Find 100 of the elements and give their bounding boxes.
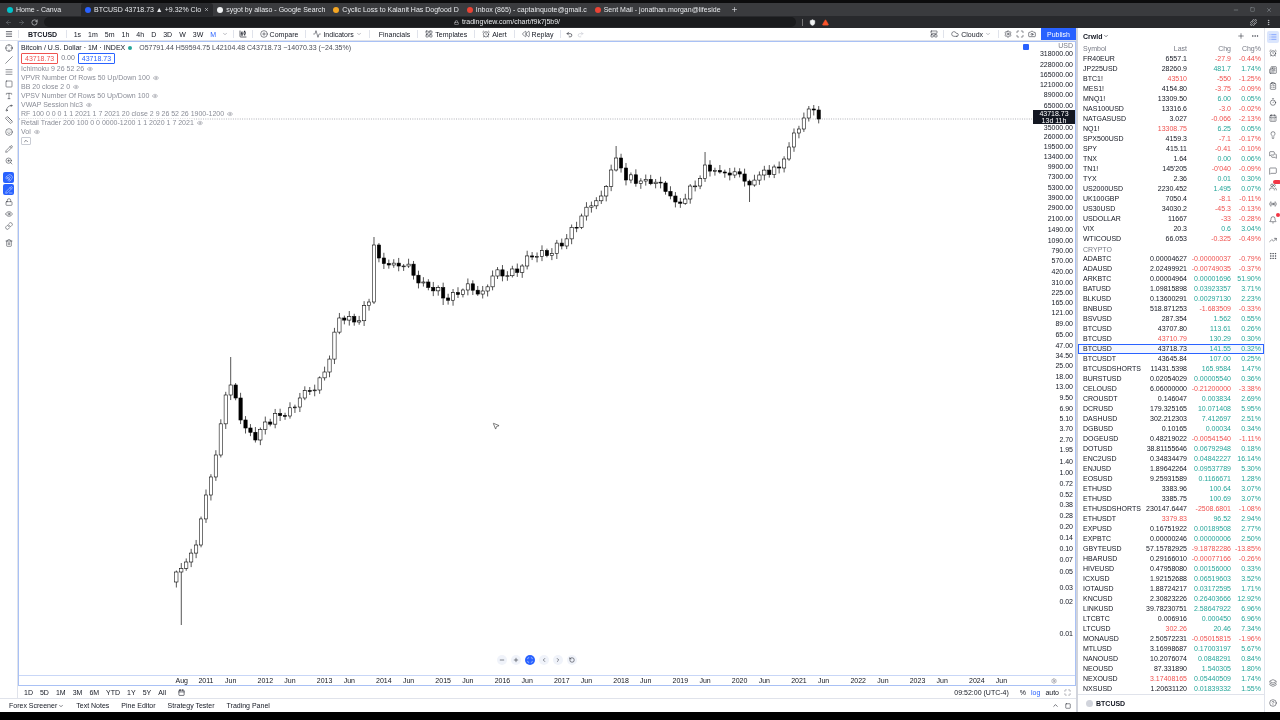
candlestick-icon[interactable]	[238, 30, 247, 38]
reset-view-button[interactable]	[525, 655, 536, 665]
drawing-tool-button[interactable]	[3, 90, 14, 101]
rewind-icon	[521, 30, 530, 38]
curve-icon	[4, 103, 13, 112]
clipboard-icon	[1268, 81, 1277, 90]
favicon-icon	[333, 6, 340, 13]
eye-icon[interactable]	[196, 119, 203, 126]
favicon-icon	[466, 6, 473, 13]
chevron-up-icon[interactable]	[1052, 702, 1059, 709]
collapse-button[interactable]	[21, 137, 31, 145]
maximize-icon[interactable]	[1065, 702, 1071, 709]
eye-icon[interactable]	[85, 101, 92, 108]
newspaper-icon	[1268, 65, 1277, 74]
drawing-tool-button[interactable]	[3, 220, 14, 231]
eye-icon[interactable]	[152, 74, 159, 81]
settings-icon[interactable]	[1004, 30, 1013, 38]
drawing-tool-button[interactable]	[3, 114, 14, 125]
layers-icon	[1268, 679, 1277, 687]
fullscreen-icon[interactable]	[1016, 30, 1025, 38]
back-icon[interactable]	[5, 18, 12, 26]
line-icon	[4, 55, 13, 64]
chevron-left-icon	[541, 657, 548, 663]
sidebar-button[interactable]	[1266, 213, 1279, 226]
minus-icon	[499, 657, 506, 663]
cursor-icon	[491, 422, 500, 430]
drawing-tool-button[interactable]	[3, 102, 14, 113]
sidebar-button[interactable]	[1266, 697, 1279, 709]
drawing-tool-button[interactable]	[3, 78, 14, 89]
drawing-tool-button[interactable]	[3, 208, 14, 219]
zoom-in-button[interactable]	[511, 655, 522, 665]
eye-icon[interactable]	[33, 128, 40, 135]
sidebar-button[interactable]	[1266, 47, 1279, 60]
chat-bubbles-icon	[1268, 150, 1277, 159]
notification-badge-icon	[1272, 180, 1280, 185]
shield-icon[interactable]	[809, 18, 816, 26]
new-tab-icon[interactable]	[730, 6, 738, 13]
menu-icon[interactable]	[5, 30, 13, 38]
sidebar-button[interactable]	[1266, 677, 1279, 689]
rotate-icon	[569, 657, 576, 663]
favicon-icon	[217, 6, 224, 13]
rectangle-icon	[4, 79, 13, 88]
layout-icon[interactable]	[930, 30, 939, 38]
caret-icon	[58, 702, 65, 709]
sidebar-button[interactable]	[1266, 148, 1279, 161]
drawing-tool-button[interactable]	[3, 54, 14, 65]
eye-icon[interactable]	[152, 92, 159, 99]
text-icon	[4, 91, 13, 100]
settings-icon[interactable]	[1051, 677, 1057, 684]
caret-icon[interactable]	[221, 31, 228, 37]
sidebar-button[interactable]	[1266, 181, 1279, 194]
smile-icon	[4, 127, 13, 136]
add-icon[interactable]	[1237, 32, 1245, 40]
plus-circle-icon	[259, 30, 268, 38]
eye-icon[interactable]	[87, 65, 94, 72]
extensions-icon[interactable]	[1250, 18, 1257, 26]
reset-button[interactable]	[567, 655, 578, 665]
square-icon[interactable]	[1023, 44, 1029, 50]
fullscreen-icon[interactable]	[1064, 688, 1071, 696]
drawing-tool-button[interactable]	[3, 66, 14, 77]
maximize-icon[interactable]	[1250, 7, 1255, 12]
drawing-tool-button[interactable]	[3, 196, 14, 207]
redo-icon[interactable]	[577, 30, 585, 38]
sidebar-button[interactable]	[1266, 165, 1279, 178]
trash-icon	[4, 238, 13, 247]
camera-icon[interactable]	[1028, 30, 1037, 38]
scroll-right-button[interactable]	[553, 655, 564, 665]
favicon-icon	[85, 6, 91, 13]
triangle-icon[interactable]	[822, 18, 829, 26]
chevron-up-icon	[23, 138, 29, 144]
sidebar-button[interactable]	[1266, 112, 1279, 125]
parallel-lines-icon	[4, 67, 13, 76]
calendar-icon[interactable]	[178, 688, 185, 696]
scroll-left-button[interactable]	[539, 655, 550, 665]
timer-icon	[1268, 98, 1277, 107]
pulse-icon	[313, 30, 322, 38]
caret-icon[interactable]	[1103, 33, 1110, 39]
eye-icon	[4, 209, 13, 218]
undo-icon[interactable]	[566, 30, 574, 38]
alarm-clock-icon	[1268, 49, 1277, 58]
dots-icon	[1268, 252, 1277, 261]
favicon-icon	[7, 6, 13, 13]
sidebar-button[interactable]	[1266, 63, 1279, 76]
drawing-tool-button[interactable]	[3, 237, 14, 248]
bell-icon	[1268, 215, 1277, 224]
more-icon[interactable]	[1251, 32, 1259, 40]
lock-icon	[454, 19, 459, 25]
chat-icon	[1268, 167, 1277, 176]
drawing-tool-button[interactable]	[3, 155, 14, 166]
eye-icon[interactable]	[227, 110, 234, 117]
minimize-icon[interactable]	[1233, 6, 1239, 13]
forward-icon[interactable]	[18, 18, 25, 26]
eye-icon[interactable]	[73, 83, 80, 90]
drawing-tool-button[interactable]	[3, 143, 14, 154]
drawing-tool-button[interactable]	[3, 42, 14, 53]
drawing-tool-button[interactable]	[3, 126, 14, 137]
help-icon	[1268, 699, 1277, 707]
zoom-out-button[interactable]	[497, 655, 508, 665]
pencil-icon	[4, 144, 13, 153]
reload-icon[interactable]	[31, 18, 38, 26]
